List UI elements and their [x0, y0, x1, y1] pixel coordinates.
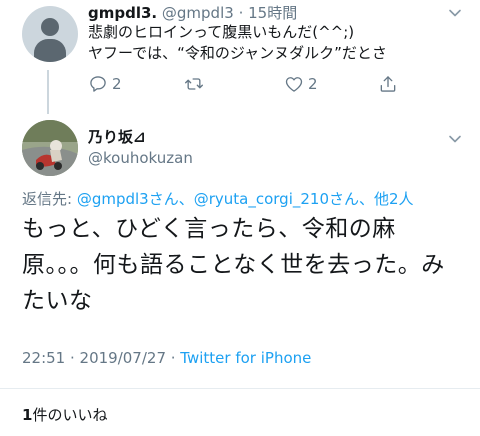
reply-to-targets[interactable]: @gmpdl3さん、@ryuta_corgi_210さん、他2人 [77, 190, 414, 208]
default-avatar-body [34, 39, 66, 62]
parent-tweet-header: gmpdl3. @gmpdl3 · 15時間 [88, 2, 297, 23]
chevron-down-icon[interactable] [448, 6, 462, 20]
chevron-down-icon[interactable] [448, 132, 462, 146]
thread-connector-line [47, 70, 49, 114]
like-count: 2 [308, 75, 318, 93]
parent-action-bar: 2 2 [88, 72, 448, 96]
reply-icon [88, 74, 108, 94]
reply-to-label: 返信先: [22, 190, 77, 208]
share-button[interactable] [378, 72, 398, 96]
tweet-source[interactable]: Twitter for iPhone [180, 349, 311, 367]
retweet-button[interactable] [184, 72, 208, 96]
likes-number: 1 [22, 406, 33, 424]
default-avatar-head [41, 18, 59, 36]
divider [0, 388, 480, 389]
like-button[interactable]: 2 [284, 72, 318, 96]
likes-summary[interactable]: 1件のいいね [22, 404, 107, 425]
parent-handle[interactable]: @gmpdl3 [162, 4, 234, 22]
main-tweet-text: もっと、ひどく言ったら、令和の麻原。。。何も語ることなく世を去った。みたいな [22, 216, 445, 314]
reply-count: 2 [112, 75, 122, 93]
parent-text-line: ヤフーでは、“令和のジャンヌダルク”だとさ [88, 44, 387, 62]
tweet-timestamp[interactable]: 22:51 · 2019/07/27 · [22, 349, 180, 367]
tweet-meta: 22:51 · 2019/07/27 · Twitter for iPhone [22, 349, 311, 367]
reply-button[interactable]: 2 [88, 72, 122, 96]
parent-text-line: 悲劇のヒロインって腹黒いもんだ(^^;) [88, 23, 355, 41]
main-avatar[interactable] [22, 120, 78, 176]
retweet-icon [184, 74, 204, 94]
reply-to-line: 返信先: @gmpdl3さん、@ryuta_corgi_210さん、他2人 [22, 188, 414, 209]
parent-tweet-text: 悲劇のヒロインって腹黒いもんだ(^^;) ヤフーでは、“令和のジャンヌダルク”だ… [88, 22, 387, 64]
parent-avatar[interactable] [22, 6, 78, 62]
parent-time[interactable]: 15時間 [248, 4, 297, 22]
main-display-name[interactable]: 乃り坂⊿ [88, 126, 146, 147]
share-icon [378, 74, 398, 94]
heart-icon [284, 74, 304, 94]
main-handle[interactable]: @kouhokuzan [88, 149, 193, 167]
parent-display-name[interactable]: gmpdl3. [88, 4, 157, 22]
likes-label: 件のいいね [32, 406, 108, 424]
parent-separator: · [238, 4, 244, 22]
